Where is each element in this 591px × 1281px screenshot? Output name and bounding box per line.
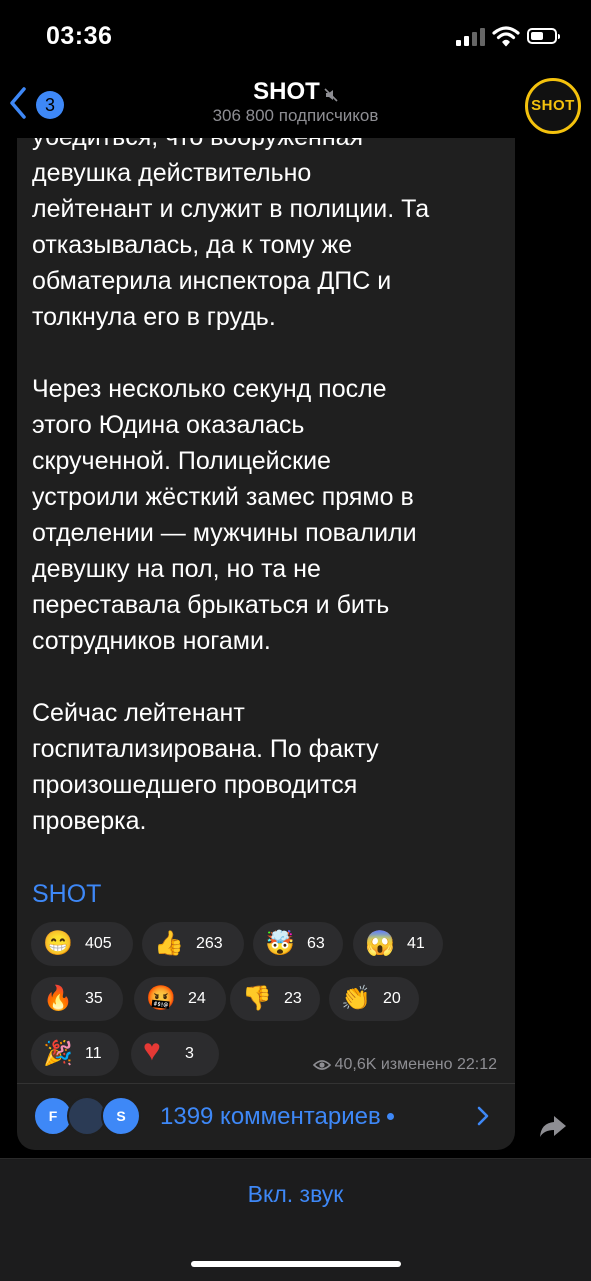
party-popper-emoji-icon: 🎉 [43,1040,73,1067]
battery-icon [527,28,560,44]
muted-icon [324,88,338,102]
view-count: 40,6K [334,1056,377,1073]
wifi-icon [492,26,520,47]
chevron-right-icon [477,1106,489,1126]
eye-icon [312,1060,331,1070]
reaction-grin[interactable]: 😁 405 [31,922,133,966]
heart-emoji-icon: ♥ [143,1034,161,1067]
reaction-scream[interactable]: 😱 41 [353,922,443,966]
channel-info[interactable]: SHOT 306 800 подписчиков [150,78,441,126]
message-paragraph: Сейчас лейтенант госпитализирована. По ф… [32,699,379,835]
message-paragraph: девушка действительно лейтенант и служит… [32,159,430,331]
cellular-signal-icon [456,28,486,46]
message-text: девушка действительно лейтенант и служит… [32,155,502,875]
unread-dot [386,1113,394,1120]
message-text-partial-line: убедиться, что вооружённая [32,138,363,155]
reaction-heart[interactable]: ♥ 3 [131,1032,219,1076]
cursing-emoji-icon: 🤬 [146,985,176,1012]
message-paragraph: Через несколько секунд после этого Юдина… [32,375,417,655]
reaction-count: 41 [407,935,425,952]
bottom-bar: Вкл. звук [0,1158,591,1281]
status-time: 03:36 [46,22,113,50]
reaction-thumbs-down[interactable]: 👎 23 [230,977,320,1021]
message-time: 22:12 [456,1056,497,1073]
chevron-left-icon [10,87,26,119]
clap-emoji-icon: 👏 [341,985,371,1012]
reaction-clap[interactable]: 👏 20 [329,977,419,1021]
channel-avatar-logo: SHOT [531,97,575,114]
unmute-button[interactable]: Вкл. звук [0,1181,591,1208]
fire-emoji-icon: 🔥 [43,985,73,1012]
comments-count-text: 1399 комментариев [160,1103,381,1130]
message-bubble: убедиться, что вооружённая девушка дейст… [17,138,515,1150]
reaction-count: 263 [196,935,223,952]
back-button[interactable]: 3 [8,82,70,126]
scream-emoji-icon: 😱 [365,930,395,957]
unread-badge: 3 [36,91,64,119]
chat-header: 3 SHOT 306 800 подписчиков SHOT [0,72,591,138]
reaction-mind-blown[interactable]: 🤯 63 [253,922,343,966]
reaction-count: 24 [188,990,206,1007]
comments-button[interactable]: F S 1399 комментариев [17,1084,515,1150]
reaction-count: 23 [284,990,302,1007]
reaction-count: 405 [85,935,112,952]
commenter-avatar: S [101,1096,141,1136]
channel-title: SHOT [253,78,320,105]
thumbs-down-emoji-icon: 👎 [242,985,272,1012]
share-icon[interactable] [537,1110,569,1142]
home-indicator [191,1261,401,1267]
reaction-count: 11 [85,1045,102,1062]
reaction-count: 35 [85,990,103,1007]
channel-avatar[interactable]: SHOT [525,78,581,134]
message-meta: 40,6K изменено 22:12 [312,1056,497,1074]
comments-label: 1399 комментариев [160,1103,394,1131]
mind-blown-emoji-icon: 🤯 [265,930,295,957]
reaction-thumbs-up[interactable]: 👍 263 [142,922,244,966]
edited-label: изменено [380,1056,453,1073]
reaction-count: 20 [383,990,401,1007]
reaction-count: 3 [185,1045,194,1062]
reaction-count: 63 [307,935,325,952]
status-bar: 03:36 [0,0,591,72]
grin-emoji-icon: 😁 [43,930,73,957]
signature-link[interactable]: SHOT [32,880,101,909]
reaction-fire[interactable]: 🔥 35 [31,977,123,1021]
reaction-cursing[interactable]: 🤬 24 [134,977,226,1021]
reaction-party[interactable]: 🎉 11 [31,1032,119,1076]
thumbs-up-emoji-icon: 👍 [154,930,184,957]
subscriber-count: 306 800 подписчиков [212,106,379,125]
